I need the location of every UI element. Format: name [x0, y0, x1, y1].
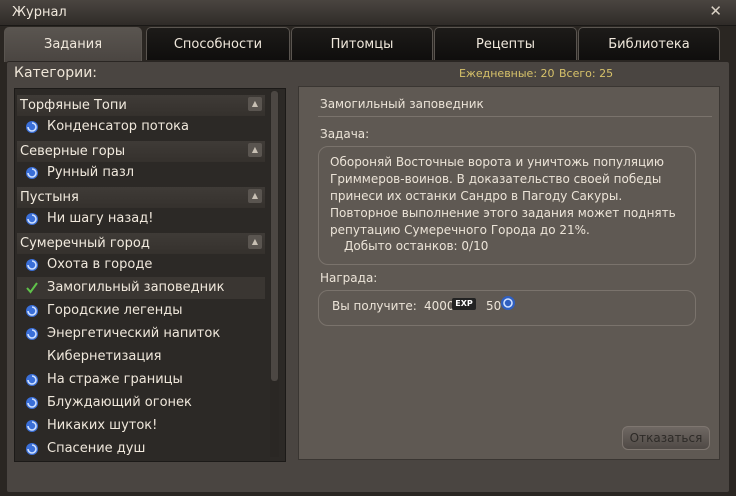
tab-bar: Задания Способности Питомцы Рецепты Библ… [0, 27, 736, 62]
quest-item-label: Городские легенды [47, 303, 183, 318]
list-scrollbar[interactable] [270, 91, 279, 457]
quest-item-label: Замогильный заповедник [47, 280, 225, 295]
check-icon [26, 282, 38, 294]
swirl-icon [26, 443, 38, 455]
exp-icon: EXP [452, 298, 476, 310]
quest-item-label: Конденсатор потока [47, 119, 189, 134]
close-icon[interactable]: ✕ [709, 2, 722, 20]
swirl-icon [26, 420, 38, 432]
swirl-icon [26, 213, 38, 225]
quest-item-label: Блуждающий огонек [47, 395, 192, 410]
task-heading: Задача: [320, 127, 370, 141]
window-title: Журнал [12, 5, 67, 20]
tab-quests[interactable]: Задания [4, 27, 142, 62]
refuse-button[interactable]: Отказаться [622, 426, 710, 450]
category-name: Торфяные Топи [20, 98, 127, 113]
quest-item[interactable]: Ни шагу назад! [17, 208, 265, 230]
swirl-icon [26, 328, 38, 340]
swirl-icon [26, 397, 38, 409]
collapse-icon[interactable]: ▲ [248, 143, 262, 157]
quest-item[interactable]: Кибернетизация [17, 346, 265, 368]
task-progress: Добыто останков: 0/10 [344, 239, 489, 253]
quest-item-label: Ни шагу назад! [47, 211, 154, 226]
window-titlebar: Журнал ✕ [0, 0, 736, 26]
quest-item[interactable]: Спасение душ [17, 438, 265, 460]
quest-item-label: Никаких шуток! [47, 418, 158, 433]
tab-recipes[interactable]: Рецепты [434, 27, 577, 60]
task-description: Обороняй Восточные ворота и уничтожь поп… [330, 155, 676, 237]
reward-label: Вы получите: [332, 299, 417, 313]
quest-item-label: Энергетический напиток [47, 326, 221, 341]
quest-item[interactable]: Конденсатор потока [17, 116, 265, 138]
quest-title: Замогильный заповедник [320, 97, 484, 111]
category-header[interactable]: Сумеречный город ▲ [17, 233, 265, 254]
category-name: Северные горы [20, 144, 126, 159]
category-header[interactable]: Пустыня ▲ [17, 187, 265, 208]
quest-item-label: Рунный пазл [47, 165, 135, 180]
quest-item[interactable]: Рунный пазл [17, 162, 265, 184]
daily-count: Ежедневные: 20 [459, 67, 555, 80]
tab-library[interactable]: Библиотека [578, 27, 720, 60]
swirl-icon [26, 167, 38, 179]
collapse-icon[interactable]: ▲ [248, 97, 262, 111]
quest-item-selected[interactable]: Замогильный заповедник [17, 277, 265, 299]
category-header[interactable]: Торфяные Топи ▲ [17, 95, 265, 116]
quest-item-label: Охота в городе [47, 257, 153, 272]
reward-coin-value: 50 [486, 299, 502, 313]
category-name: Пустыня [20, 190, 79, 205]
quest-item[interactable]: Блуждающий огонек [17, 392, 265, 414]
quest-item[interactable]: Никаких шуток! [17, 415, 265, 437]
quest-category-list: Торфяные Топи ▲ Конденсатор потока Север… [14, 88, 286, 462]
tab-pets[interactable]: Питомцы [291, 27, 433, 60]
collapse-icon[interactable]: ▲ [248, 189, 262, 203]
quest-item[interactable]: На страже границы [17, 369, 265, 391]
category-name: Сумеречный город [20, 236, 150, 251]
coin-icon [501, 296, 515, 310]
title-divider [318, 116, 712, 117]
category-header[interactable]: Северные горы ▲ [17, 141, 265, 162]
reward-heading: Награда: [320, 271, 378, 285]
quest-item-label: На страже границы [47, 372, 183, 387]
swirl-icon [26, 374, 38, 386]
quest-item-label: Спасение душ [47, 441, 146, 456]
quest-item[interactable]: Городские легенды [17, 300, 265, 322]
scrollbar-thumb[interactable] [271, 91, 278, 381]
swirl-icon [26, 121, 38, 133]
total-count: Всего: 25 [559, 67, 614, 80]
quest-item[interactable]: Охота в городе [17, 254, 265, 276]
tab-abilities[interactable]: Способности [146, 27, 290, 60]
categories-label: Категории: [14, 65, 98, 81]
swirl-icon [26, 305, 38, 317]
swirl-icon [26, 259, 38, 271]
reward-exp-value: 4000 [424, 299, 455, 313]
collapse-icon[interactable]: ▲ [248, 235, 262, 249]
quest-item[interactable]: Энергетический напиток [17, 323, 265, 345]
quest-item-label: Кибернетизация [47, 349, 162, 364]
